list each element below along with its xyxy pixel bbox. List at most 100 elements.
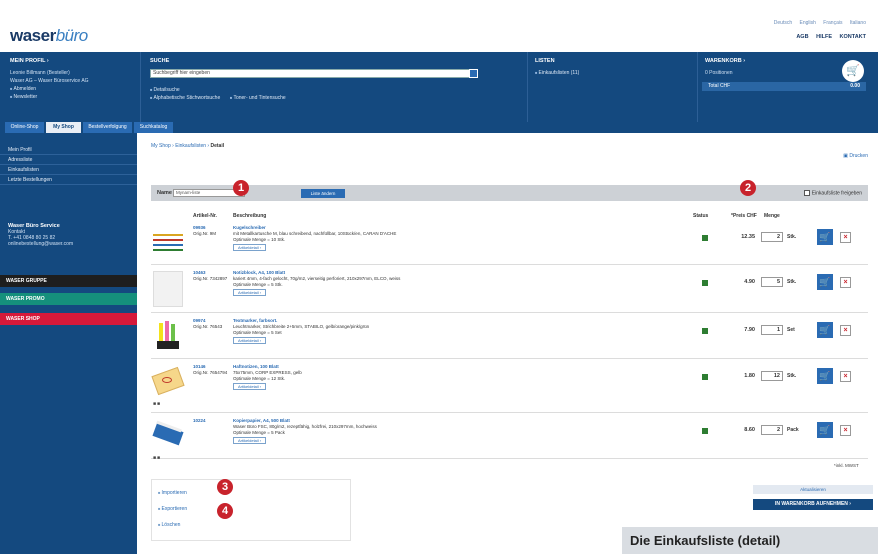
add-to-cart-button[interactable]: 🛒	[817, 422, 833, 438]
product-image-sticky-notes[interactable]	[151, 365, 185, 396]
add-to-cart-button[interactable]: 🛒	[817, 368, 833, 384]
tab-my-shop[interactable]: My Shop	[46, 122, 82, 133]
quantity-input[interactable]: 1	[761, 325, 783, 335]
lang-link[interactable]: Français	[823, 20, 842, 26]
product-image-markers[interactable]	[153, 319, 183, 349]
article-detail-button[interactable]: Artikeldetail ›	[233, 437, 267, 444]
contact-link[interactable]: KONTAKT	[840, 34, 866, 40]
availability-status	[702, 328, 708, 334]
col-description: Beschreibung	[233, 213, 267, 219]
search-title: SUCHE	[150, 58, 170, 64]
product-description: Notizblock, A4, 100 Blatt kariert 4mm, 4…	[233, 270, 613, 296]
add-to-cart-button[interactable]: 🛒	[817, 322, 833, 338]
detail-search-link[interactable]: Detailsuche	[150, 86, 478, 94]
main-tabs: Online-Shop My Shop Bestellverfolgung Su…	[0, 122, 878, 133]
col-qty: Menge	[764, 213, 780, 219]
basket-title[interactable]: WARENKORB ›	[705, 58, 745, 64]
product-description: Kugelschreiber mit Metallkartusche M, bl…	[233, 225, 613, 251]
tab-bestellverfolgung[interactable]: Bestellverfolgung	[83, 122, 133, 133]
basket-total: Total CHF 0.00	[702, 82, 866, 91]
delete-link[interactable]: Löschen	[158, 522, 181, 528]
alpha-search-link[interactable]: Alphabetische Stichwortsuche	[150, 95, 220, 101]
print-link[interactable]: Drucken	[843, 153, 868, 159]
article-detail-button[interactable]: Artikeldetail ›	[233, 244, 267, 251]
update-link[interactable]: Aktualisieren	[753, 485, 873, 494]
lang-link[interactable]: Deutsch	[774, 20, 792, 26]
vat-note: *inkl. MWST	[834, 463, 859, 468]
article-detail-button[interactable]: Artikeldetail ›	[233, 289, 267, 296]
quantity-input[interactable]: 5	[761, 277, 783, 287]
basket-icon[interactable]: 🛒	[842, 60, 864, 82]
list-item: ■■ 10146 Orig.Nr. 7654794 Haftnotizen, 10…	[151, 361, 868, 413]
remove-item-button[interactable]: ×	[840, 232, 851, 243]
cart-icon: 🛒	[819, 325, 831, 335]
cart-icon: 🛒	[819, 277, 831, 287]
article-detail-button[interactable]: Artikeldetail ›	[233, 337, 267, 344]
close-icon: ×	[843, 279, 848, 286]
remove-item-button[interactable]: ×	[840, 425, 851, 436]
add-to-cart-button[interactable]: 🛒	[817, 274, 833, 290]
breadcrumb-my-shop[interactable]: My Shop	[151, 143, 171, 149]
remove-item-button[interactable]: ×	[840, 277, 851, 288]
compare-icons[interactable]: ■■	[153, 401, 161, 407]
compare-icons[interactable]: ■■	[153, 455, 161, 461]
list-item: 09974 Orig.Nr. 76543 Textmarker, farbsort…	[151, 315, 868, 359]
product-image-pens[interactable]	[153, 226, 183, 256]
availability-status	[702, 235, 708, 241]
quantity-input[interactable]: 2	[761, 425, 783, 435]
agb-link[interactable]: AGB	[796, 34, 808, 40]
share-list-checkbox[interactable]: Einkaufsliste freigeben	[803, 190, 862, 196]
change-list-button[interactable]: Liste ändern	[301, 189, 345, 198]
logout-link[interactable]: Abmelden	[10, 85, 89, 93]
band-divider	[140, 52, 141, 122]
search-input[interactable]: Suchbegriff hier eingeben	[150, 69, 478, 78]
close-icon: ×	[843, 427, 848, 434]
product-image-paper[interactable]	[152, 419, 184, 449]
quantity-input[interactable]: 2	[761, 232, 783, 242]
search-panel: SUCHE Suchbegriff hier eingeben Detailsu…	[150, 58, 478, 102]
product-description: Kopierpapier, A4, 500 Blatt Waser Büro F…	[233, 418, 613, 444]
tab-suchkatalog[interactable]: Suchkatalog	[134, 122, 174, 133]
remove-item-button[interactable]: ×	[840, 325, 851, 336]
sidebar-item-addresses[interactable]: Adressliste	[0, 155, 137, 165]
article-detail-button[interactable]: Artikeldetail ›	[233, 383, 267, 390]
help-link[interactable]: HILFE	[816, 34, 832, 40]
contact-email-link[interactable]: onlinebestellung@waser.com	[8, 241, 73, 247]
price-value: 1.80	[744, 373, 755, 379]
quantity-input[interactable]: 12	[761, 371, 783, 381]
lang-link[interactable]: English	[800, 20, 816, 26]
product-image-notepad[interactable]	[153, 271, 183, 307]
waser-shop-box[interactable]: WASER SHOP	[0, 313, 137, 325]
main-content: My Shop › Einkaufslisten › Detail Drucke…	[137, 133, 878, 554]
profile-title[interactable]: MEIN PROFIL ›	[10, 58, 89, 64]
sidebar-item-orders[interactable]: Letzte Bestellungen	[0, 175, 137, 185]
basket-panel: WARENKORB › 0 Positionen	[705, 58, 745, 77]
unit-label: Pack	[787, 427, 799, 433]
tab-online-shop[interactable]: Online-Shop	[5, 122, 45, 133]
band-divider	[697, 52, 698, 122]
newsletter-link[interactable]: Newsletter	[10, 93, 89, 101]
remove-item-button[interactable]: ×	[840, 371, 851, 382]
toner-search-link[interactable]: Toner- und Tintensuche	[230, 95, 286, 101]
search-go-button[interactable]	[469, 69, 478, 78]
import-link[interactable]: Importieren	[158, 490, 187, 496]
breadcrumb-current: Detail	[210, 143, 225, 149]
waser-buero-logo[interactable]: waserbüro	[10, 26, 88, 46]
add-to-cart-button[interactable]: 🛒	[817, 229, 833, 245]
shopping-lists-link[interactable]: Einkaufslisten (11)	[535, 69, 580, 77]
waser-promo-box[interactable]: WASER PROMO	[0, 293, 137, 305]
article-number: 09936 Orig.Nr. 9M	[193, 225, 229, 236]
add-to-basket-button[interactable]: IN WARENKORB AUFNEHMEN ›	[753, 499, 873, 510]
lang-link[interactable]: Italiano	[850, 20, 866, 26]
breadcrumb-lists[interactable]: Einkaufslisten	[175, 143, 206, 149]
breadcrumb: My Shop › Einkaufslisten › Detail	[151, 143, 225, 149]
sidebar-item-profile[interactable]: Mein Profil	[0, 145, 137, 155]
export-link[interactable]: Exportieren	[158, 506, 188, 512]
checkbox-icon[interactable]	[803, 190, 810, 196]
sidebar-item-shopping-lists[interactable]: Einkaufslisten	[0, 165, 137, 175]
waser-gruppe-box[interactable]: WASER GRUPPE	[0, 275, 137, 287]
close-icon: ×	[843, 327, 848, 334]
col-price: *Preis CHF	[731, 213, 757, 219]
article-link[interactable]: 10224	[193, 418, 229, 424]
top-header: waserbüro Deutsch English Français Itali…	[0, 0, 878, 52]
